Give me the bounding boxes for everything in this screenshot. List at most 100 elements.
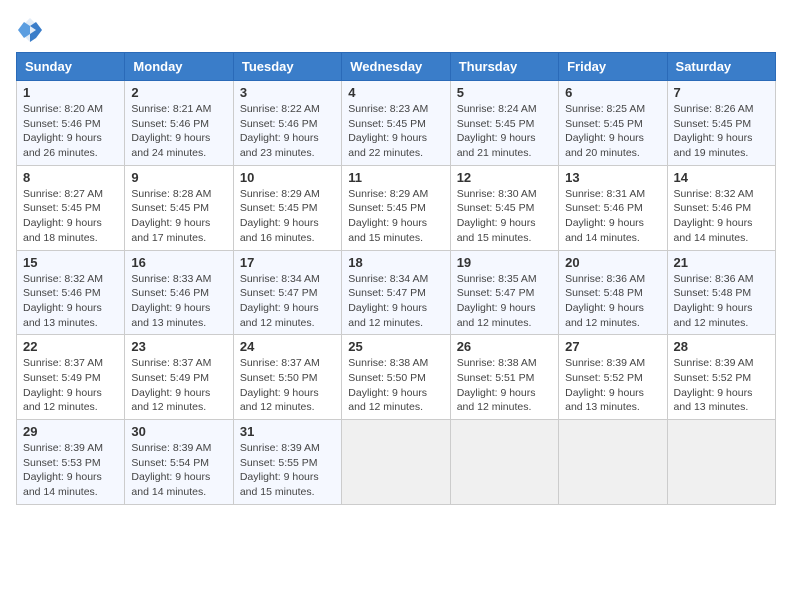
calendar-cell-31: 31Sunrise: 8:39 AMSunset: 5:55 PMDayligh… [233, 420, 341, 505]
calendar-week-5: 29 Sunrise: 8:39 AMSunset: 5:53 PMDayligh… [17, 420, 776, 505]
day-info: Sunrise: 8:31 AMSunset: 5:46 PMDaylight:… [565, 187, 660, 246]
col-monday: Monday [125, 53, 233, 81]
col-tuesday: Tuesday [233, 53, 341, 81]
day-number: 14 [674, 170, 769, 185]
day-info: Sunrise: 8:39 AMSunset: 5:52 PMDaylight:… [674, 356, 769, 415]
calendar-cell-24: 24 Sunrise: 8:37 AMSunset: 5:50 PMDayligh… [233, 335, 341, 420]
day-number: 28 [674, 339, 769, 354]
col-sunday: Sunday [17, 53, 125, 81]
logo-icon [16, 16, 44, 44]
calendar-cell-3: 3Sunrise: 8:22 AMSunset: 5:46 PMDaylight… [233, 81, 341, 166]
day-number: 22 [23, 339, 118, 354]
calendar-cell-15: 15Sunrise: 8:32 AMSunset: 5:46 PMDayligh… [17, 250, 125, 335]
calendar-cell-7: 7 Sunrise: 8:26 AMSunset: 5:45 PMDaylight… [667, 81, 775, 166]
day-number: 5 [457, 85, 552, 100]
calendar-week-2: 8 Sunrise: 8:27 AMSunset: 5:45 PMDaylight… [17, 165, 776, 250]
calendar-cell-empty [667, 420, 775, 505]
col-saturday: Saturday [667, 53, 775, 81]
day-info: Sunrise: 8:39 AMSunset: 5:52 PMDaylight:… [565, 356, 660, 415]
day-info: Sunrise: 8:28 AMSunset: 5:45 PMDaylight:… [131, 187, 226, 246]
day-number: 25 [348, 339, 443, 354]
day-number: 3 [240, 85, 335, 100]
day-info: Sunrise: 8:36 AMSunset: 5:48 PMDaylight:… [565, 272, 660, 331]
day-number: 11 [348, 170, 443, 185]
calendar-cell-23: 23Sunrise: 8:37 AMSunset: 5:49 PMDayligh… [125, 335, 233, 420]
day-info: Sunrise: 8:37 AMSunset: 5:50 PMDaylight:… [240, 356, 335, 415]
day-info: Sunrise: 8:38 AMSunset: 5:51 PMDaylight:… [457, 356, 552, 415]
day-number: 20 [565, 255, 660, 270]
day-info: Sunrise: 8:37 AMSunset: 5:49 PMDaylight:… [131, 356, 226, 415]
calendar-week-1: 1 Sunrise: 8:20 AMSunset: 5:46 PMDaylight… [17, 81, 776, 166]
day-number: 18 [348, 255, 443, 270]
day-number: 7 [674, 85, 769, 100]
day-info: Sunrise: 8:30 AMSunset: 5:45 PMDaylight:… [457, 187, 552, 246]
day-number: 4 [348, 85, 443, 100]
day-info: Sunrise: 8:26 AMSunset: 5:45 PMDaylight:… [674, 102, 769, 161]
col-thursday: Thursday [450, 53, 558, 81]
day-info: Sunrise: 8:21 AMSunset: 5:46 PMDaylight:… [131, 102, 226, 161]
calendar-cell-16: 16 Sunrise: 8:33 AMSunset: 5:46 PMDayligh… [125, 250, 233, 335]
day-info: Sunrise: 8:20 AMSunset: 5:46 PMDaylight:… [23, 102, 118, 161]
day-info: Sunrise: 8:32 AMSunset: 5:46 PMDaylight:… [674, 187, 769, 246]
calendar-cell-1: 1 Sunrise: 8:20 AMSunset: 5:46 PMDaylight… [17, 81, 125, 166]
day-info: Sunrise: 8:35 AMSunset: 5:47 PMDaylight:… [457, 272, 552, 331]
calendar-cell-8: 8 Sunrise: 8:27 AMSunset: 5:45 PMDaylight… [17, 165, 125, 250]
day-number: 2 [131, 85, 226, 100]
calendar-cell-25: 25 Sunrise: 8:38 AMSunset: 5:50 PMDayligh… [342, 335, 450, 420]
calendar-cell-17: 17 Sunrise: 8:34 AMSunset: 5:47 PMDayligh… [233, 250, 341, 335]
day-info: Sunrise: 8:36 AMSunset: 5:48 PMDaylight:… [674, 272, 769, 331]
day-info: Sunrise: 8:25 AMSunset: 5:45 PMDaylight:… [565, 102, 660, 161]
calendar-cell-4: 4 Sunrise: 8:23 AMSunset: 5:45 PMDaylight… [342, 81, 450, 166]
day-info: Sunrise: 8:34 AMSunset: 5:47 PMDaylight:… [348, 272, 443, 331]
calendar-week-4: 22 Sunrise: 8:37 AMSunset: 5:49 PMDayligh… [17, 335, 776, 420]
day-info: Sunrise: 8:39 AMSunset: 5:55 PMDaylight:… [240, 441, 335, 500]
calendar-cell-11: 11 Sunrise: 8:29 AMSunset: 5:45 PMDayligh… [342, 165, 450, 250]
day-info: Sunrise: 8:32 AMSunset: 5:46 PMDaylight:… [23, 272, 118, 331]
col-friday: Friday [559, 53, 667, 81]
day-number: 1 [23, 85, 118, 100]
day-number: 8 [23, 170, 118, 185]
calendar-cell-empty [342, 420, 450, 505]
calendar-cell-2: 2 Sunrise: 8:21 AMSunset: 5:46 PMDaylight… [125, 81, 233, 166]
day-info: Sunrise: 8:23 AMSunset: 5:45 PMDaylight:… [348, 102, 443, 161]
calendar-cell-27: 27 Sunrise: 8:39 AMSunset: 5:52 PMDayligh… [559, 335, 667, 420]
day-info: Sunrise: 8:39 AMSunset: 5:54 PMDaylight:… [131, 441, 226, 500]
calendar-week-3: 15Sunrise: 8:32 AMSunset: 5:46 PMDayligh… [17, 250, 776, 335]
calendar-cell-9: 9 Sunrise: 8:28 AMSunset: 5:45 PMDaylight… [125, 165, 233, 250]
calendar-cell-5: 5 Sunrise: 8:24 AMSunset: 5:45 PMDaylight… [450, 81, 558, 166]
day-number: 10 [240, 170, 335, 185]
day-info: Sunrise: 8:27 AMSunset: 5:45 PMDaylight:… [23, 187, 118, 246]
day-number: 30 [131, 424, 226, 439]
day-number: 9 [131, 170, 226, 185]
calendar-cell-empty [559, 420, 667, 505]
day-number: 16 [131, 255, 226, 270]
calendar-header-row: Sunday Monday Tuesday Wednesday Thursday… [17, 53, 776, 81]
calendar-cell-28: 28 Sunrise: 8:39 AMSunset: 5:52 PMDayligh… [667, 335, 775, 420]
day-number: 12 [457, 170, 552, 185]
day-number: 27 [565, 339, 660, 354]
calendar-cell-22: 22 Sunrise: 8:37 AMSunset: 5:49 PMDayligh… [17, 335, 125, 420]
col-wednesday: Wednesday [342, 53, 450, 81]
day-number: 17 [240, 255, 335, 270]
day-info: Sunrise: 8:38 AMSunset: 5:50 PMDaylight:… [348, 356, 443, 415]
day-info: Sunrise: 8:29 AMSunset: 5:45 PMDaylight:… [240, 187, 335, 246]
day-number: 13 [565, 170, 660, 185]
calendar-cell-26: 26Sunrise: 8:38 AMSunset: 5:51 PMDayligh… [450, 335, 558, 420]
day-info: Sunrise: 8:29 AMSunset: 5:45 PMDaylight:… [348, 187, 443, 246]
day-number: 24 [240, 339, 335, 354]
calendar-cell-13: 13 Sunrise: 8:31 AMSunset: 5:46 PMDayligh… [559, 165, 667, 250]
calendar-cell-20: 20 Sunrise: 8:36 AMSunset: 5:48 PMDayligh… [559, 250, 667, 335]
day-info: Sunrise: 8:24 AMSunset: 5:45 PMDaylight:… [457, 102, 552, 161]
calendar-cell-18: 18 Sunrise: 8:34 AMSunset: 5:47 PMDayligh… [342, 250, 450, 335]
day-number: 6 [565, 85, 660, 100]
day-info: Sunrise: 8:39 AMSunset: 5:53 PMDaylight:… [23, 441, 118, 500]
day-info: Sunrise: 8:33 AMSunset: 5:46 PMDaylight:… [131, 272, 226, 331]
calendar-cell-21: 21Sunrise: 8:36 AMSunset: 5:48 PMDayligh… [667, 250, 775, 335]
header [16, 16, 776, 44]
day-number: 29 [23, 424, 118, 439]
logo [16, 16, 48, 44]
day-info: Sunrise: 8:34 AMSunset: 5:47 PMDaylight:… [240, 272, 335, 331]
day-info: Sunrise: 8:37 AMSunset: 5:49 PMDaylight:… [23, 356, 118, 415]
calendar-table: Sunday Monday Tuesday Wednesday Thursday… [16, 52, 776, 505]
calendar-cell-30: 30 Sunrise: 8:39 AMSunset: 5:54 PMDayligh… [125, 420, 233, 505]
